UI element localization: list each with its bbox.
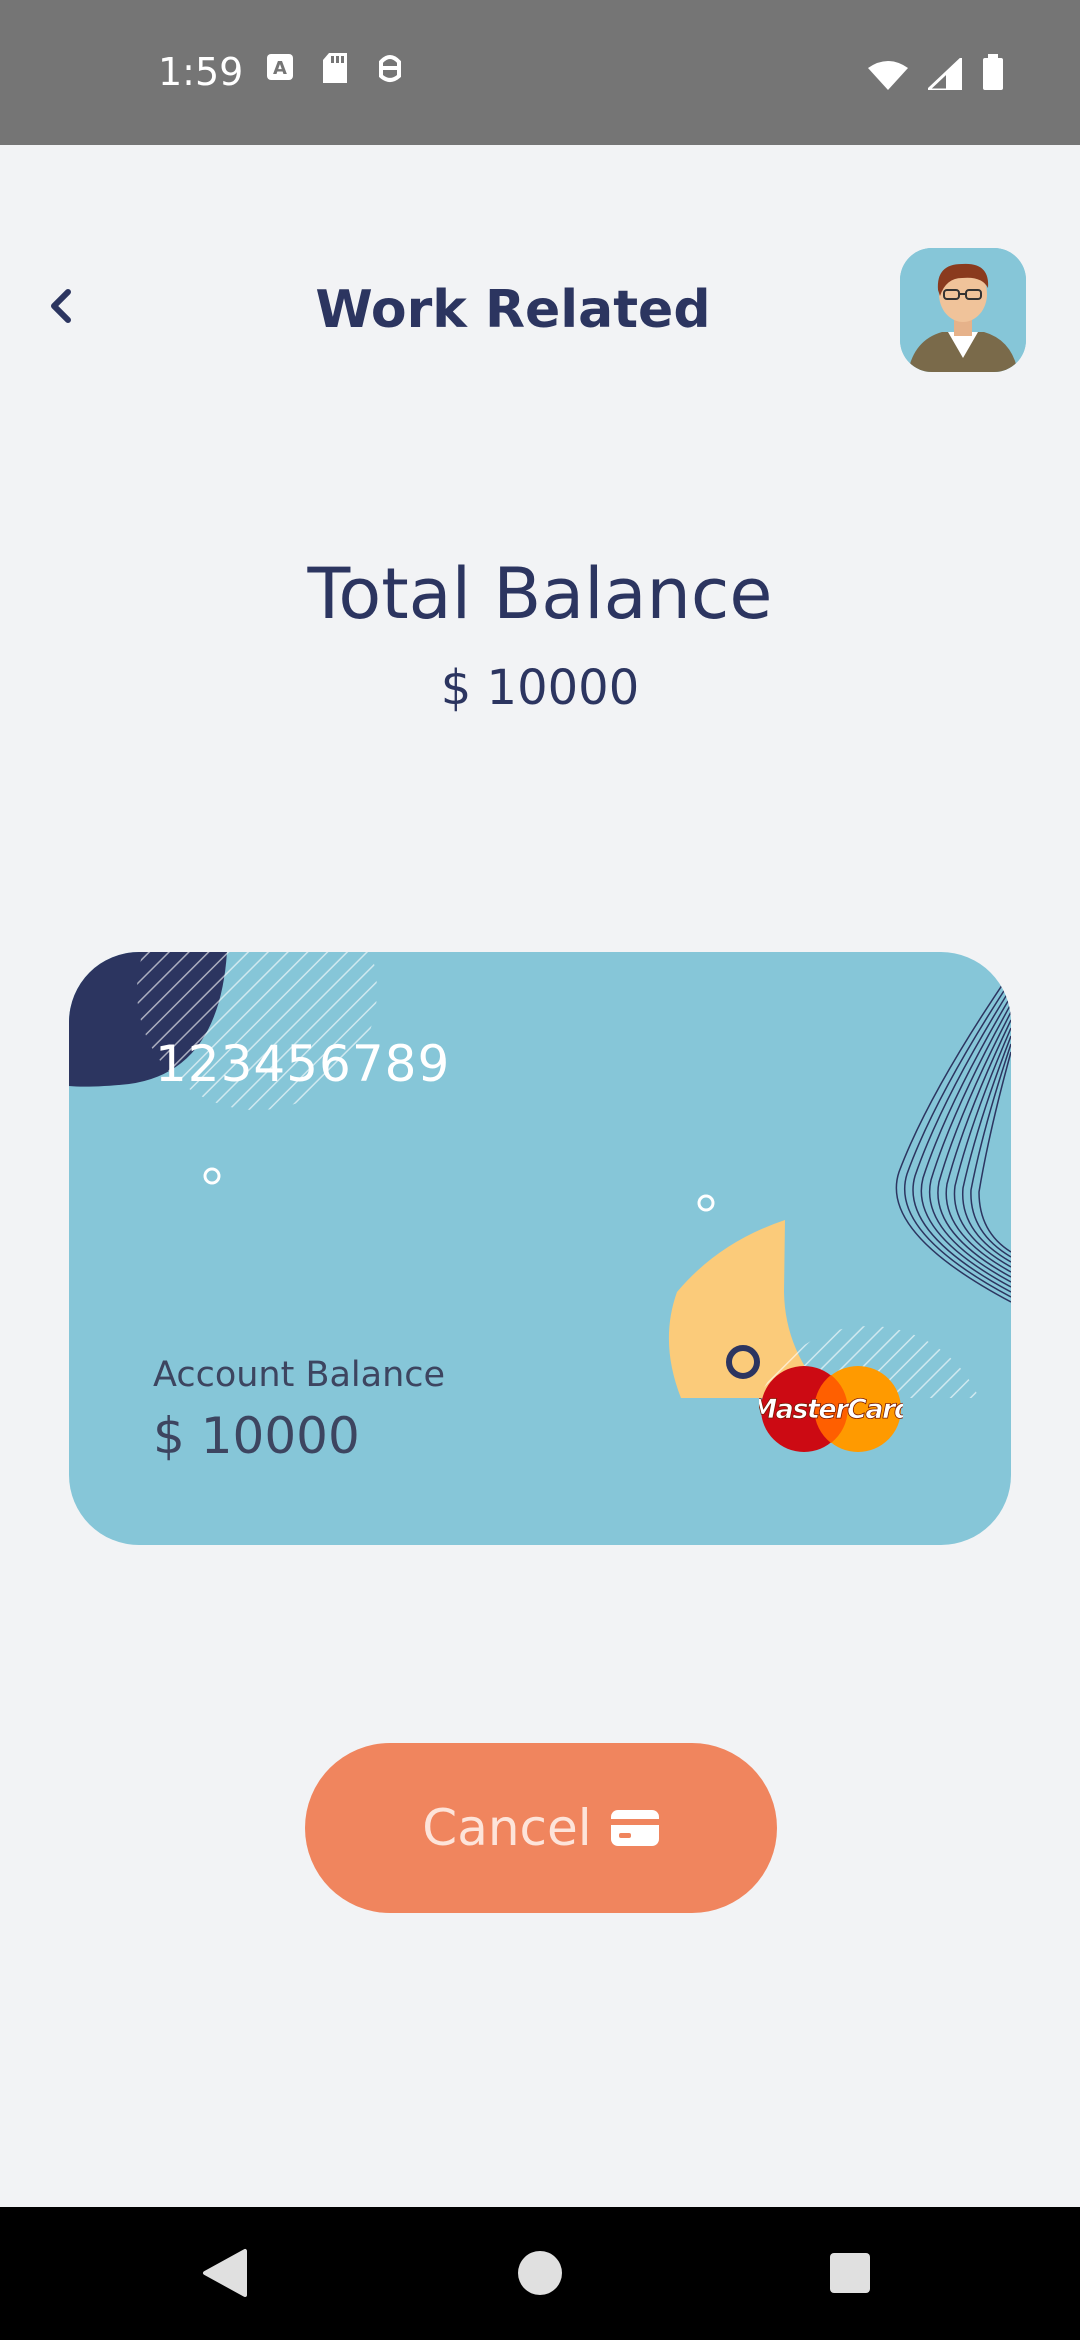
nav-back-button[interactable] bbox=[155, 2207, 295, 2340]
circle-home-icon bbox=[518, 2251, 562, 2295]
status-icons-left: A bbox=[265, 52, 405, 89]
svg-text:A: A bbox=[273, 58, 287, 79]
status-time: 1:59 bbox=[158, 50, 244, 94]
mastercard-wordmark: MasterCard bbox=[759, 1394, 903, 1425]
nav-recents-button[interactable] bbox=[780, 2207, 920, 2340]
small-ring-shape bbox=[697, 1194, 715, 1212]
header: Work Related bbox=[0, 230, 1080, 380]
battery-icon bbox=[982, 54, 1004, 95]
total-balance-label: Total Balance bbox=[307, 553, 773, 635]
small-ring-shape bbox=[203, 1167, 221, 1185]
wifi-icon bbox=[868, 60, 908, 95]
navigation-bar bbox=[0, 2207, 1080, 2340]
sd-card-icon bbox=[321, 52, 349, 89]
triangle-back-icon bbox=[203, 2249, 247, 2297]
avatar[interactable] bbox=[900, 248, 1026, 372]
status-icons-right bbox=[868, 54, 1004, 95]
account-balance-label: Account Balance bbox=[153, 1355, 446, 1395]
account-balance-value: $ 10000 bbox=[153, 1407, 360, 1465]
total-balance-value: $ 10000 bbox=[440, 660, 640, 716]
wave-lines-shape bbox=[895, 971, 1011, 1303]
mastercard-logo: MasterCard bbox=[759, 1366, 903, 1452]
page-title: Work Related bbox=[315, 280, 711, 340]
status-bar: 1:59 A bbox=[0, 0, 1080, 145]
android-debug-icon bbox=[375, 52, 405, 89]
nav-home-button[interactable] bbox=[470, 2207, 610, 2340]
card-number: 123456789 bbox=[155, 1035, 451, 1093]
cancel-button[interactable]: Cancel bbox=[305, 1743, 777, 1913]
signal-icon bbox=[924, 54, 964, 95]
user-avatar-icon bbox=[900, 248, 1026, 372]
square-recents-icon bbox=[830, 2253, 870, 2293]
text-notification-icon: A bbox=[265, 52, 295, 89]
credit-card-icon bbox=[610, 1810, 659, 1846]
cancel-label: Cancel bbox=[422, 1799, 592, 1857]
credit-card[interactable]: 123456789 Account Balance $ 10000 Master… bbox=[69, 952, 1011, 1545]
